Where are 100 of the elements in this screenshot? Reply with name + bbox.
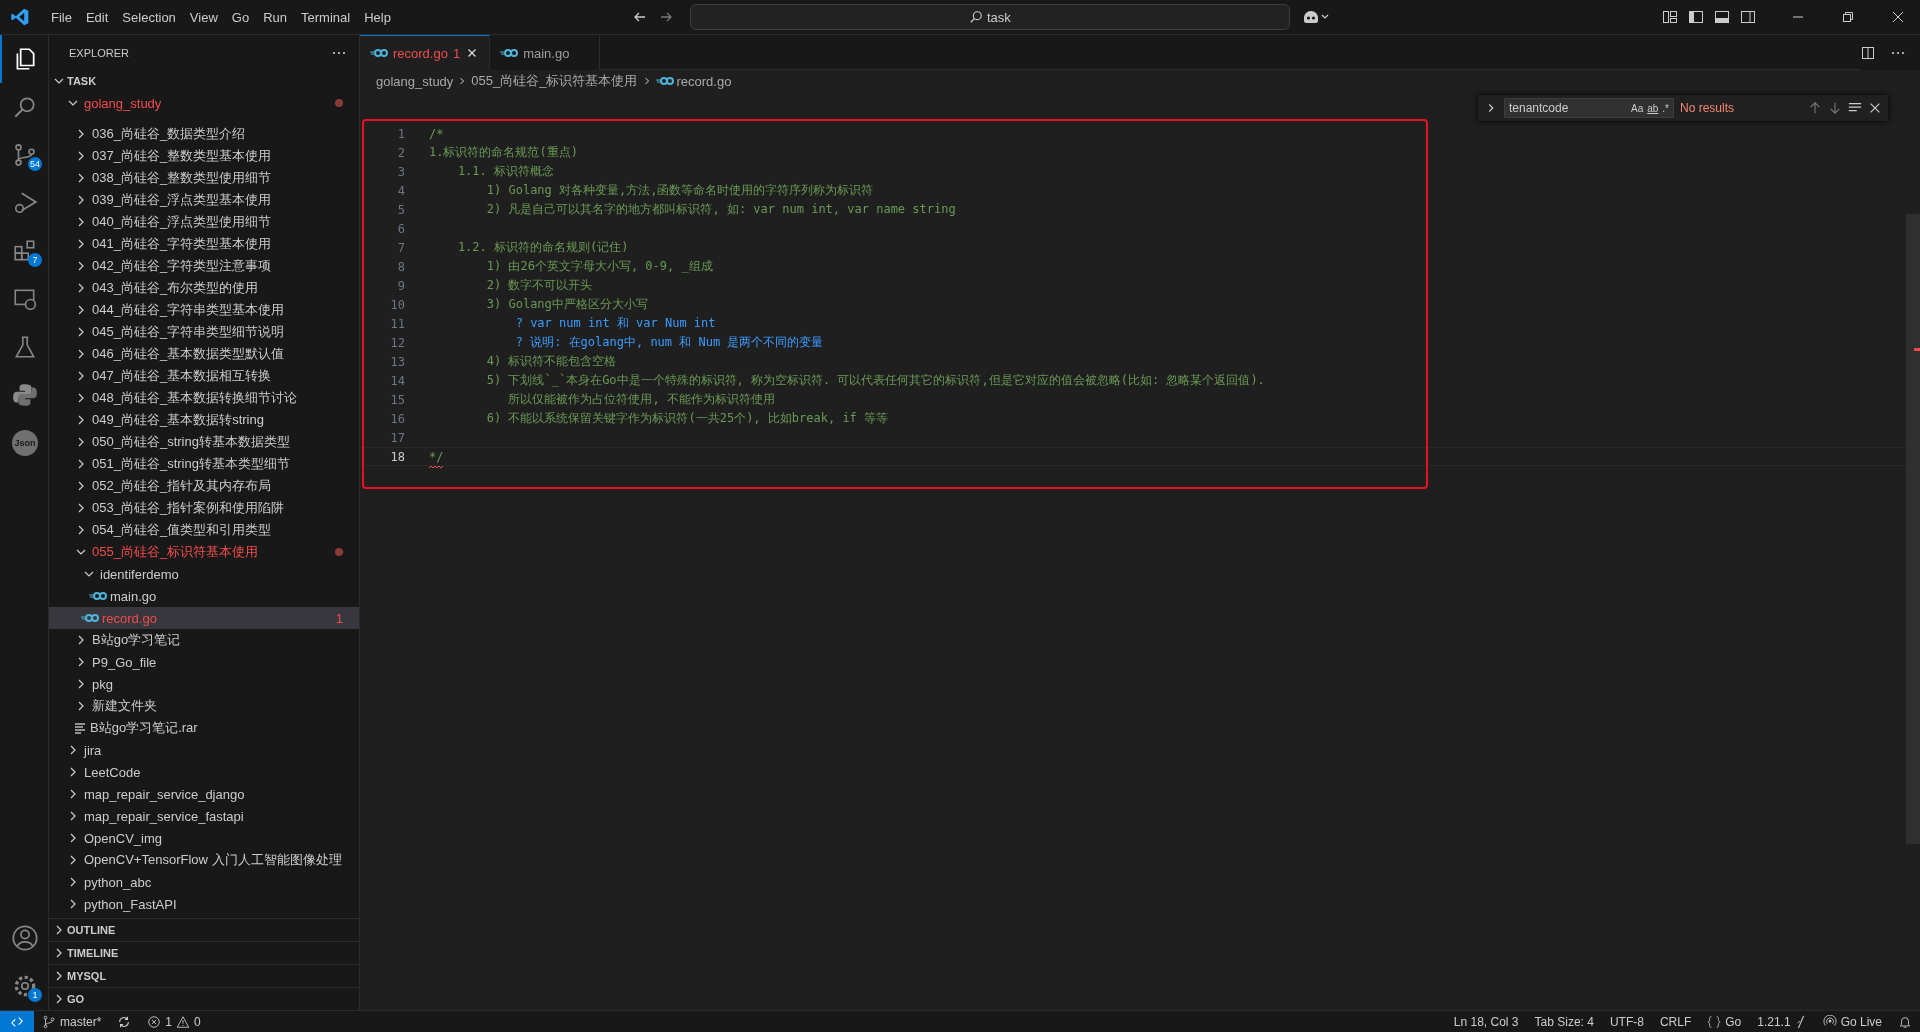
section-header[interactable]: TASK: [49, 70, 359, 92]
tree-item[interactable]: python_abc: [49, 871, 359, 893]
tree-item[interactable]: OpenCV_img: [49, 827, 359, 849]
tree-item[interactable]: pkg: [49, 673, 359, 695]
sync-icon[interactable]: [117, 1014, 132, 1029]
tree-item[interactable]: 041_尚硅谷_字符类型基本使用: [49, 233, 359, 255]
panel-header[interactable]: MYSQL: [49, 964, 359, 987]
layout-icon[interactable]: [1662, 9, 1678, 25]
tree-item[interactable]: 049_尚硅谷_基本数据转string: [49, 409, 359, 431]
close-icon[interactable]: [1868, 101, 1882, 115]
code-line: 2) 凡是自己可以其名字的地方都叫标识符, 如: var num int, var name string: [485, 202, 956, 216]
tree-item-label: 045_尚硅谷_字符串类型细节说明: [92, 323, 285, 341]
tree-item[interactable]: 050_尚硅谷_string转基本数据类型: [49, 431, 359, 453]
tree-item[interactable]: B站go学习笔记: [49, 629, 359, 651]
tree-item-label: 054_尚硅谷_值类型和引用类型: [92, 521, 272, 539]
tree-item[interactable]: python_FastAPI: [49, 893, 359, 915]
tree-item[interactable]: jira: [49, 739, 359, 761]
menu-item[interactable]: File: [44, 9, 79, 25]
tree-item[interactable]: identiferdemo: [49, 563, 359, 585]
breadcrumb[interactable]: 055_尚硅谷_标识符基本使用: [471, 72, 638, 90]
tree-item[interactable]: 045_尚硅谷_字符串类型细节说明: [49, 321, 359, 343]
tree-item[interactable]: 036_尚硅谷_数据类型介绍: [49, 123, 359, 145]
code-line: 4) 标识符不能包含空格: [485, 354, 617, 368]
go-live-button[interactable]: Go Live: [1822, 1014, 1882, 1029]
code-line: 1) Golang 对各种变量,方法,函数等命名时使用的字符序列称为标识符: [485, 183, 874, 197]
tree-item[interactable]: 037_尚硅谷_整数类型基本使用: [49, 145, 359, 167]
previous-match-icon[interactable]: [1808, 101, 1822, 115]
tree-item[interactable]: B站go学习笔记.rar: [49, 717, 359, 739]
menu-item[interactable]: Run: [256, 9, 294, 25]
toggle-sidebar-icon[interactable]: [1688, 9, 1704, 25]
tree-item[interactable]: 053_尚硅谷_指针案例和使用陷阱: [49, 497, 359, 519]
tree-item-label: map_repair_service_django: [84, 786, 245, 802]
find-option-toggle[interactable]: ab: [1647, 102, 1659, 114]
menu-item[interactable]: Edit: [78, 9, 116, 25]
tree-item[interactable]: 038_尚硅谷_整数类型使用细节: [49, 167, 359, 189]
tree-item[interactable]: 042_尚硅谷_字符类型注意事项: [49, 255, 359, 277]
tree-item[interactable]: OpenCV+TensorFlow 入门人工智能图像处理: [49, 849, 359, 871]
line-number: 3: [396, 164, 406, 179]
status-item[interactable]: UTF-8: [1609, 1014, 1644, 1029]
status-item[interactable]: Ln 18, Col 3: [1453, 1014, 1519, 1029]
editor-tab[interactable]: main.go: [490, 35, 601, 70]
restore-icon[interactable]: [1840, 9, 1856, 25]
tree-item[interactable]: 051_尚硅谷_string转基本类型细节: [49, 453, 359, 475]
tree-item[interactable]: map_repair_service_fastapi: [49, 805, 359, 827]
panel-header[interactable]: OUTLINE: [49, 918, 359, 941]
panel-header[interactable]: TIMELINE: [49, 941, 359, 964]
breadcrumb[interactable]: golang_study: [376, 73, 454, 89]
menu-item[interactable]: Terminal: [294, 9, 358, 25]
warning-icon: [176, 1014, 191, 1029]
tree-item-label: 044_尚硅谷_字符串类型基本使用: [92, 301, 285, 319]
find-option-toggle[interactable]: .*: [1662, 102, 1669, 114]
tree-item[interactable]: P9_Go_file: [49, 651, 359, 673]
scrollbar[interactable]: [1906, 214, 1920, 844]
menu-item[interactable]: Go: [224, 9, 257, 25]
code-line: 2) 数字不可以开头: [485, 278, 593, 292]
tree-item[interactable]: 046_尚硅谷_基本数据类型默认值: [49, 343, 359, 365]
problems-status[interactable]: 1 0: [147, 1014, 201, 1029]
command-center-search[interactable]: task: [689, 4, 1290, 30]
toggle-panel-icon[interactable]: [1714, 9, 1730, 25]
tree-item[interactable]: 047_尚硅谷_基本数据相互转换: [49, 365, 359, 387]
language-status[interactable]: Go: [1707, 1014, 1742, 1029]
menu-item[interactable]: Help: [357, 9, 398, 25]
tree-item[interactable]: LeetCode: [49, 761, 359, 783]
go-file-icon: [81, 612, 99, 624]
go-file-icon: [370, 47, 388, 59]
tree-item[interactable]: 043_尚硅谷_布尔类型的使用: [49, 277, 359, 299]
tree-item[interactable]: 新建文件夹: [49, 695, 359, 717]
status-item[interactable]: Tab Size: 4: [1534, 1014, 1594, 1029]
find-input[interactable]: tenantcode Aa ab .*: [1504, 98, 1674, 118]
menu-item[interactable]: Selection: [115, 9, 183, 25]
branch-status[interactable]: master*: [42, 1014, 102, 1029]
split-editor-icon[interactable]: [1860, 44, 1876, 61]
tree-item[interactable]: 052_尚硅谷_指针及其内存布局: [49, 475, 359, 497]
tree-item[interactable]: 044_尚硅谷_字符串类型基本使用: [49, 299, 359, 321]
tree-item[interactable]: 040_尚硅谷_浮点类型使用细节: [49, 211, 359, 233]
tree-item-label: B站go学习笔记: [92, 631, 181, 649]
editor-tab[interactable]: record.go 1: [360, 35, 491, 70]
remote-button[interactable]: [0, 1011, 34, 1032]
close-icon[interactable]: [1890, 9, 1906, 25]
status-item[interactable]: CRLF: [1659, 1014, 1692, 1029]
tree-item[interactable]: 048_尚硅谷_基本数据转换细节讨论: [49, 387, 359, 409]
tree-item[interactable]: 039_尚硅谷_浮点类型基本使用: [49, 189, 359, 211]
tree-item[interactable]: golang_study: [49, 92, 359, 114]
error-marker: [1914, 348, 1920, 351]
tree-item-label: 039_尚硅谷_浮点类型基本使用: [92, 191, 272, 209]
notifications-icon[interactable]: [1898, 1014, 1912, 1029]
tree-item-label: 055_尚硅谷_标识符基本使用: [92, 543, 259, 561]
tree-item[interactable]: main.go: [49, 585, 359, 607]
breadcrumb[interactable]: record.go: [676, 73, 732, 89]
copilot-icon[interactable]: [1301, 9, 1330, 25]
tree-item[interactable]: 054_尚硅谷_值类型和引用类型: [49, 519, 359, 541]
menu-item[interactable]: View: [182, 9, 225, 25]
tree-item[interactable]: 055_尚硅谷_标识符基本使用: [49, 541, 359, 563]
find-option-toggle[interactable]: Aa: [1630, 102, 1644, 114]
tree-item-label: 048_尚硅谷_基本数据转换细节讨论: [92, 389, 298, 407]
go-version-status[interactable]: 1.21.1: [1757, 1014, 1807, 1029]
tree-item[interactable]: map_repair_service_django: [49, 783, 359, 805]
next-match-icon[interactable]: [1828, 101, 1842, 115]
tree-item-label: B站go学习笔记.rar: [90, 719, 198, 737]
toggle-secondary-sidebar-icon[interactable]: [1740, 9, 1756, 25]
